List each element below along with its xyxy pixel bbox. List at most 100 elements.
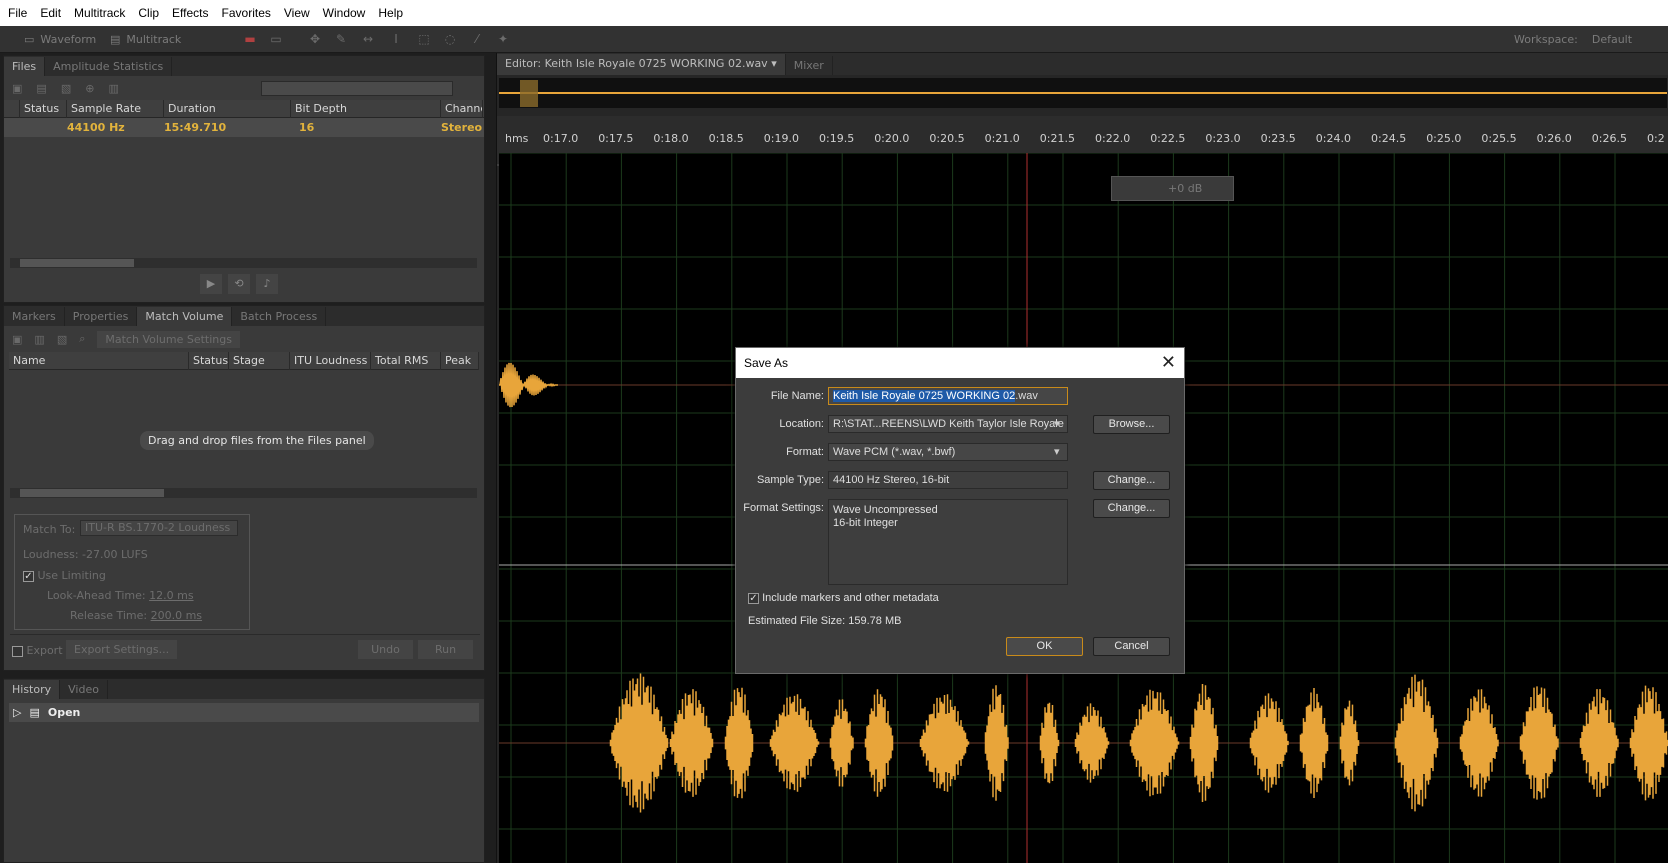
- tab-batch-process[interactable]: Batch Process: [232, 307, 327, 326]
- row-sample-rate: 44100 Hz: [67, 121, 125, 134]
- folder-icon[interactable]: ▣: [12, 333, 22, 346]
- match-volume-settings-button[interactable]: Match Volume Settings: [97, 330, 240, 348]
- col-bit-depth[interactable]: Bit Depth: [291, 99, 441, 118]
- menu-view[interactable]: View: [284, 6, 310, 20]
- menu-edit[interactable]: Edit: [40, 6, 61, 20]
- col-stage[interactable]: Stage: [229, 351, 290, 370]
- trash-icon[interactable]: ▥: [34, 333, 44, 346]
- table-row[interactable]: 44100 Hz 15:49.710 16 Stereo: [4, 118, 484, 137]
- col-status[interactable]: Status: [189, 351, 229, 370]
- loop-icon[interactable]: ⟲: [228, 274, 250, 294]
- autoplay-icon[interactable]: ♪: [256, 274, 278, 294]
- menu-effects[interactable]: Effects: [172, 6, 208, 20]
- copy-icon[interactable]: ▧: [57, 333, 67, 346]
- col-total-rms[interactable]: Total RMS: [371, 351, 441, 370]
- spectral-display-icon[interactable]: ▬: [243, 32, 257, 46]
- scroll-thumb[interactable]: [20, 489, 164, 497]
- play-icon[interactable]: ▶: [200, 274, 222, 294]
- loudness-readout: Loudness: -27.00 LUFS: [23, 548, 148, 561]
- file-name-input[interactable]: Keith Isle Royale 0725 WORKING 02.wav: [828, 387, 1068, 405]
- menu-multitrack[interactable]: Multitrack: [74, 6, 125, 20]
- col-duration[interactable]: Duration: [164, 99, 291, 118]
- ruler-tick-label: 0:23.0: [1205, 132, 1241, 145]
- files-search-input[interactable]: [260, 80, 453, 96]
- lasso-tool-icon[interactable]: ◌: [443, 32, 457, 46]
- time-selection-tool-icon[interactable]: I: [389, 32, 403, 46]
- tab-mixer[interactable]: Mixer: [786, 56, 833, 75]
- ruler-tick-label: 0:24.5: [1371, 132, 1407, 145]
- scroll-thumb[interactable]: [20, 259, 134, 267]
- new-file-icon[interactable]: ▧: [61, 82, 71, 95]
- export-checkbox[interactable]: Export: [12, 644, 63, 657]
- chevron-down-icon[interactable]: ▾: [1054, 445, 1060, 458]
- ruler-tick-label: 0:26.0: [1536, 132, 1572, 145]
- save-as-dialog: Save As ✕ File Name: Keith Isle Royale 0…: [735, 347, 1185, 674]
- razor-tool-icon[interactable]: ✎: [334, 32, 348, 46]
- close-file-icon[interactable]: ▥: [108, 82, 118, 95]
- include-markers-checkbox[interactable]: ✓ Include markers and other metadata: [748, 592, 939, 604]
- dropdown-icon[interactable]: ▾: [771, 57, 777, 70]
- match-hscrollbar[interactable]: [10, 488, 477, 498]
- menu-help[interactable]: Help: [378, 6, 403, 20]
- insert-file-icon[interactable]: ⊕: [85, 82, 94, 95]
- menu-favorites[interactable]: Favorites: [222, 6, 271, 20]
- tab-properties[interactable]: Properties: [65, 307, 138, 326]
- tab-match-volume[interactable]: Match Volume: [137, 307, 233, 326]
- match-tabbar: Markers Properties Match Volume Batch Pr…: [4, 306, 484, 326]
- move-tool-icon[interactable]: ✥: [308, 32, 322, 46]
- format-select[interactable]: Wave PCM (*.wav, *.bwf): [828, 443, 1068, 461]
- brush-tool-icon[interactable]: ⁄: [470, 32, 484, 46]
- tab-history[interactable]: History: [4, 680, 61, 699]
- run-button[interactable]: Run: [418, 640, 473, 659]
- browse-button[interactable]: Browse...: [1093, 415, 1170, 434]
- undo-button[interactable]: Undo: [358, 640, 413, 659]
- workspace-selector[interactable]: Workspace: Default: [1508, 30, 1638, 49]
- match-to-select[interactable]: ITU-R BS.1770-2 Loudness: [80, 520, 238, 536]
- history-item[interactable]: ▷ ▤ Open: [9, 703, 479, 722]
- ruler-tick-label: 0:19.0: [763, 132, 799, 145]
- col-sample-rate[interactable]: Sample Rate: [67, 99, 164, 118]
- export-settings-button[interactable]: Export Settings...: [66, 640, 178, 659]
- col-channels[interactable]: Channe: [441, 99, 483, 118]
- estimated-size: Estimated File Size: 159.78 MB: [748, 615, 902, 627]
- tab-amplitude-statistics[interactable]: Amplitude Statistics: [45, 57, 173, 76]
- ok-button[interactable]: OK: [1006, 637, 1083, 656]
- col-status[interactable]: Status: [20, 99, 67, 118]
- tab-editor[interactable]: Editor: Keith Isle Royale 0725 WORKING 0…: [497, 54, 786, 75]
- slip-tool-icon[interactable]: ↔: [361, 32, 375, 46]
- change-sample-type-button[interactable]: Change...: [1093, 471, 1170, 490]
- marquee-tool-icon[interactable]: ⬚: [417, 32, 431, 46]
- menu-window[interactable]: Window: [323, 6, 366, 20]
- format-label: Format:: [786, 446, 824, 458]
- close-icon[interactable]: ✕: [1161, 348, 1176, 376]
- change-format-settings-button[interactable]: Change...: [1093, 499, 1170, 518]
- open-file-icon[interactable]: ▣: [12, 82, 22, 95]
- chevron-down-icon[interactable]: ▾: [1054, 417, 1060, 430]
- lookahead-value[interactable]: 12.0 ms: [149, 589, 193, 602]
- files-hscrollbar[interactable]: [10, 258, 477, 268]
- tab-markers[interactable]: Markers: [4, 307, 65, 326]
- tab-video[interactable]: Video: [60, 680, 108, 699]
- release-value[interactable]: 200.0 ms: [151, 609, 202, 622]
- cancel-button[interactable]: Cancel: [1093, 637, 1170, 656]
- workspace-value: Default: [1591, 33, 1633, 46]
- tab-files[interactable]: Files: [4, 57, 46, 76]
- magnifier-icon[interactable]: ⌕: [79, 332, 85, 346]
- waveform-view-button[interactable]: ▭ Waveform: [18, 30, 102, 49]
- multitrack-view-button[interactable]: ▤ Multitrack: [104, 30, 187, 49]
- col-name[interactable]: Name: [9, 351, 189, 370]
- menu-clip[interactable]: Clip: [138, 6, 159, 20]
- pitch-display-icon[interactable]: ▭: [269, 32, 283, 46]
- col-peak[interactable]: Peak: [441, 351, 479, 370]
- use-limiting-checkbox[interactable]: ✓ Use Limiting: [23, 569, 106, 582]
- divider: [10, 634, 480, 635]
- ruler-unit: hms: [505, 132, 529, 145]
- document-icon: ▤: [29, 706, 40, 719]
- hud-volume-control[interactable]: +0 dB: [1111, 176, 1234, 201]
- match-volume-panel: Markers Properties Match Volume Batch Pr…: [3, 305, 485, 671]
- location-select[interactable]: R:\STAT...REENS\LWD Keith Taylor Isle Ro…: [828, 415, 1068, 433]
- col-itu-loudness[interactable]: ITU Loudness: [290, 351, 371, 370]
- menu-file[interactable]: File: [8, 6, 27, 20]
- healing-brush-icon[interactable]: ✦: [496, 32, 510, 46]
- import-file-icon[interactable]: ▤: [36, 82, 46, 95]
